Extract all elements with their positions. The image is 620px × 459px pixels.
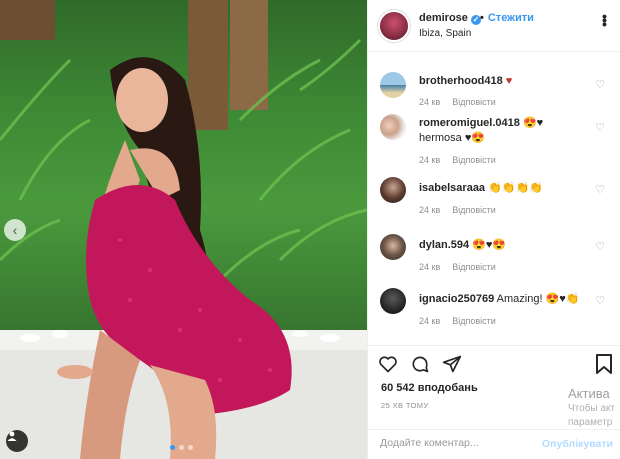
post-sidebar: demirose ✓ • Стежити Ibiza, Spain ••• brot… [367,0,620,459]
username-label[interactable]: demirose [419,12,468,24]
follow-label[interactable]: Стежити [488,12,534,24]
comment-bubble-icon[interactable] [410,354,430,374]
post-photo[interactable]: ‹ [0,0,367,459]
carousel-dot [170,445,175,450]
location-link[interactable]: Ibiza, Spain [419,28,471,39]
heart-icon[interactable]: ♡ [595,78,605,91]
comment-time[interactable]: 24 кв [419,97,440,107]
reply-button[interactable]: Відповісти [452,205,496,215]
share-send-icon[interactable] [442,354,462,374]
avatar[interactable] [380,288,406,314]
avatar[interactable] [380,234,406,260]
post-author[interactable]: demirose ✓ [419,12,481,25]
avatar[interactable] [380,177,406,203]
comment-item: dylan.594 😍♥😍 24 кв Відповісти ♡ [368,234,620,288]
comment-text: 👏👏👏👏 [488,182,543,194]
photo-illustration [0,0,367,459]
avatar[interactable] [380,114,406,140]
comment-username[interactable]: romeromiguel.0418 [419,117,520,129]
avatar[interactable] [378,10,410,42]
comment-username[interactable]: brotherhood418 [419,75,503,87]
like-heart-icon[interactable] [378,354,398,374]
heart-icon[interactable]: ♡ [595,121,605,134]
avatar[interactable] [380,72,406,98]
follow-button[interactable]: • Стежити [480,12,534,24]
comment-username[interactable]: isabelsaraaa [419,182,485,194]
carousel-dot [179,445,184,450]
reply-button[interactable]: Відповісти [452,155,496,165]
comment-time[interactable]: 24 кв [419,262,440,272]
bookmark-icon[interactable] [595,354,613,374]
comment-item: brotherhood418 ♥ 24 кв Відповісти ♡ [368,62,620,112]
likes-count[interactable]: 60 542 вподобань [381,382,478,394]
reply-button[interactable]: Відповісти [452,262,496,272]
comment-time[interactable]: 24 кв [419,155,440,165]
carousel-dot [188,445,193,450]
comment-time[interactable]: 24 кв [419,316,440,326]
add-comment-bar: Опублікувати [368,429,620,459]
reply-button[interactable]: Відповісти [452,97,496,107]
more-horizontal-icon[interactable]: ••• [597,14,613,26]
post-header: demirose ✓ • Стежити Ibiza, Spain ••• [368,0,620,52]
comment-item: romeromiguel.0418 😍♥ hermosa ♥😍 24 кв Від… [368,112,620,177]
person-icon [7,431,17,441]
comments-list: brotherhood418 ♥ 24 кв Відповісти ♡ romer… [368,62,620,328]
comment-text: Amazing! 😍♥👏 [496,293,580,305]
separator-dot: • [480,12,484,24]
post-timestamp[interactable]: 25 ХВ ТОМУ [381,401,429,410]
comment-item: isabelsaraaa 👏👏👏👏 24 кв Відповісти ♡ [368,177,620,234]
comment-username[interactable]: ignacio250769 [419,293,494,305]
carousel-indicator [170,445,193,450]
comment-input[interactable] [380,437,540,449]
comment-username[interactable]: dylan.594 [419,239,469,251]
heart-icon[interactable]: ♡ [595,240,605,253]
user-tags-button[interactable] [6,430,28,452]
comment-item: ignacio250769 Amazing! 😍♥👏 24 кв Відповіс… [368,288,620,328]
heart-icon[interactable]: ♡ [595,183,605,196]
reply-button[interactable]: Відповісти [452,316,496,326]
heart-icon[interactable]: ♡ [595,294,605,307]
post-comment-button[interactable]: Опублікувати [542,438,613,450]
comment-text: 😍♥😍 [472,239,507,251]
comment-text: ♥ [505,75,513,87]
comment-time[interactable]: 24 кв [419,205,440,215]
carousel-prev-button[interactable]: ‹ [4,219,26,241]
chevron-left-icon: ‹ [12,222,18,238]
windows-activation-watermark: Актива Чтобы акт параметр [568,386,616,428]
